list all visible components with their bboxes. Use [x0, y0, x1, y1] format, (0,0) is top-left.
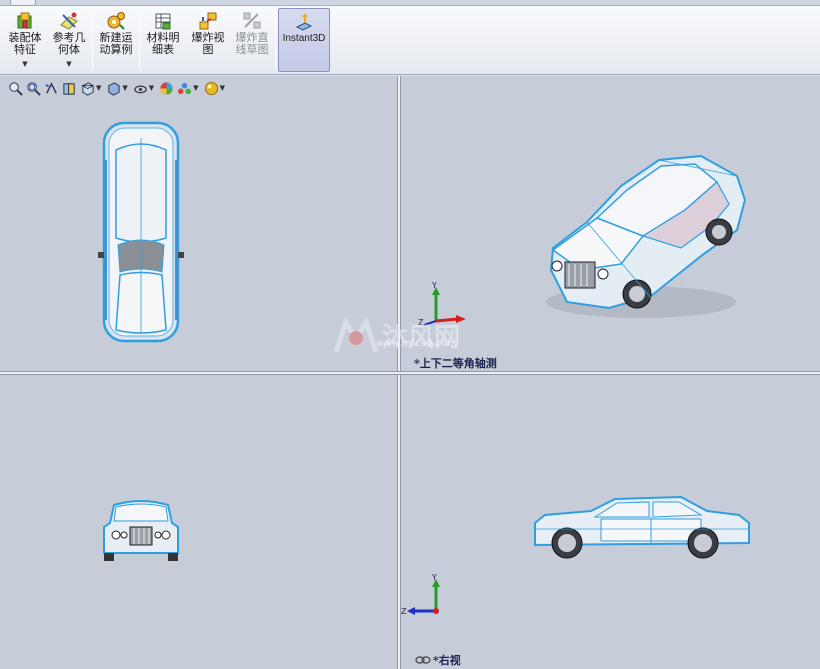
triad-z-label: Z: [401, 607, 407, 616]
watermark-logo: 沐风网: [333, 315, 460, 353]
reference-geometry-icon: [60, 12, 78, 30]
car-dimetric-view[interactable]: [541, 152, 751, 324]
chevron-down-icon[interactable]: ▼: [220, 84, 225, 92]
new-motion-study-icon: [107, 12, 125, 30]
car-front-view[interactable]: [100, 497, 182, 563]
bill-of-materials-icon: [155, 13, 171, 30]
exploded-view-icon: [199, 12, 217, 30]
reference-geometry-label: 参考几 何体: [52, 31, 86, 56]
apply-scene-icon[interactable]: [177, 81, 192, 96]
zoom-to-fit-icon[interactable]: [8, 81, 23, 96]
triad-y-label: Y: [431, 573, 437, 582]
exploded-view-button[interactable]: 爆炸视 图: [187, 8, 229, 72]
car-right-view[interactable]: [531, 493, 753, 563]
bill-of-materials-button[interactable]: 材料明 细表: [143, 8, 183, 72]
triad-y-label: Y: [431, 281, 437, 290]
heads-up-view-toolbar: ▼ ▼ ▼ ▼ ▼: [8, 79, 227, 97]
previous-view-icon[interactable]: [44, 81, 59, 96]
graphics-area[interactable]: ▼ ▼ ▼ ▼ ▼ Y Z *上下二等角轴测 Y Z *右视 沐风网 www.m…: [0, 76, 820, 669]
view-orientation-label: *右视: [433, 654, 461, 667]
reference-geometry-button[interactable]: 参考几 何体 ▼: [48, 8, 90, 72]
instant3d-icon: [295, 13, 313, 31]
car-top-view[interactable]: [96, 120, 186, 346]
instant3d-button[interactable]: Instant3D: [278, 8, 330, 72]
explode-line-sketch-button[interactable]: 爆炸直 线草图: [231, 8, 273, 72]
viewport-front-view[interactable]: [0, 375, 397, 669]
chevron-down-icon[interactable]: ▼: [193, 84, 198, 92]
command-manager: 装配体 特征 ▼ 参考几 何体 ▼ 新建运 动算例 材料明 细表 爆炸视 图 爆…: [0, 6, 820, 75]
ribbon-separator: [92, 12, 93, 70]
chevron-down-icon[interactable]: ▼: [4, 58, 46, 70]
watermark-url: www.mfcad.com: [376, 339, 457, 349]
display-style-icon[interactable]: [106, 81, 121, 96]
assembly-features-button[interactable]: 装配体 特征 ▼: [4, 8, 46, 72]
chevron-down-icon[interactable]: ▼: [96, 84, 101, 92]
instant3d-label: Instant3D: [282, 33, 326, 44]
assembly-features-icon: [17, 12, 32, 29]
ribbon-separator: [275, 12, 276, 70]
view-orientation-icon[interactable]: [80, 81, 95, 96]
explode-line-sketch-label: 爆炸直 线草图: [235, 31, 269, 56]
view-settings-icon[interactable]: [204, 81, 219, 96]
hide-show-items-icon[interactable]: [133, 81, 148, 96]
new-motion-study-label: 新建运 动算例: [99, 31, 133, 56]
chevron-down-icon[interactable]: ▼: [48, 58, 90, 70]
explode-line-sketch-icon: [243, 12, 261, 29]
exploded-view-label: 爆炸视 图: [191, 31, 225, 56]
zoom-to-area-icon[interactable]: [26, 81, 41, 96]
assembly-features-label: 装配体 特征: [8, 31, 42, 56]
link-views-icon[interactable]: [415, 655, 431, 665]
coordinate-triad: Y Z: [401, 573, 440, 616]
viewport-splitter-horizontal[interactable]: [0, 371, 820, 375]
ribbon-separator: [139, 12, 140, 70]
section-view-icon[interactable]: [62, 81, 77, 96]
edit-appearance-icon[interactable]: [159, 81, 174, 96]
viewport-right-view[interactable]: Y Z *右视: [401, 375, 820, 669]
chevron-down-icon[interactable]: ▼: [122, 84, 127, 92]
chevron-down-icon[interactable]: ▼: [149, 84, 154, 92]
new-motion-study-button[interactable]: 新建运 动算例: [96, 8, 136, 72]
bill-of-materials-label: 材料明 细表: [146, 31, 180, 56]
